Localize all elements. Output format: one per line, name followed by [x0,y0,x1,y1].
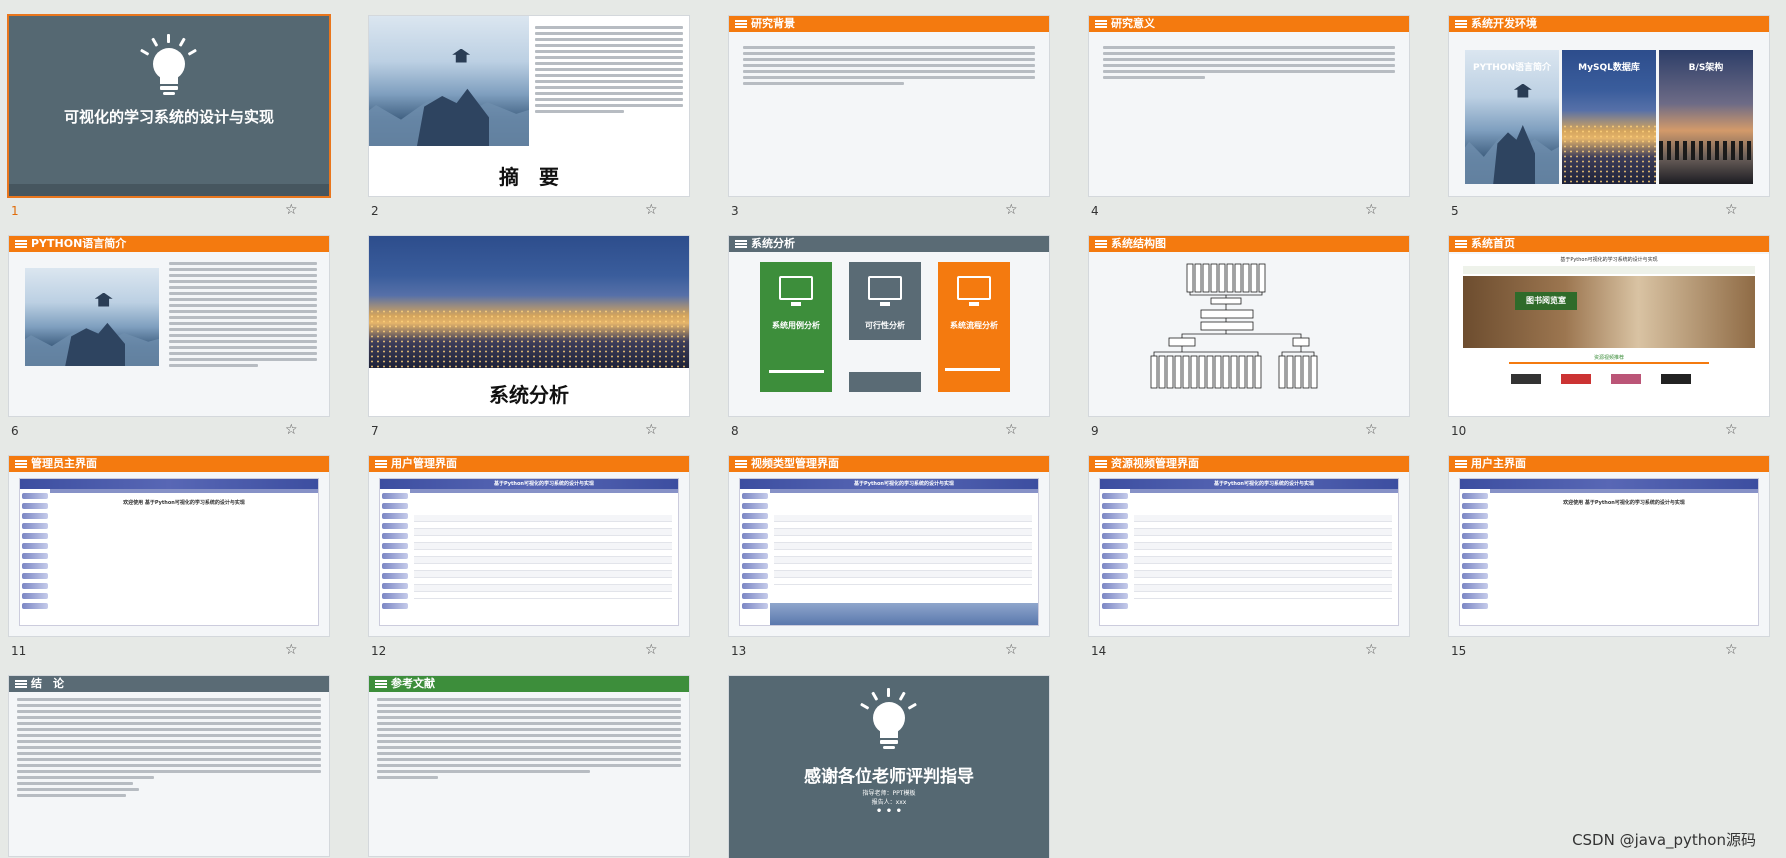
slide-thumbnail-14[interactable]: 资源视频管理界面 基于Python可视化的学习系统的设计与实现 14 ☆ [1089,456,1409,676]
advisor-text: 指导老师：PPT模板 [862,790,916,797]
star-icon[interactable]: ☆ [1725,422,1738,438]
slide-title: 资源视频管理界面 [1111,457,1199,470]
slide-thumbnail-11[interactable]: 管理员主界面 欢迎使用 基于Python可视化的学习系统的设计与实现 11 ☆ [9,456,329,676]
lightbulb-icon [857,688,921,758]
star-icon[interactable]: ☆ [1725,642,1738,658]
slide-number: 15 [1451,644,1467,658]
slide-thumbnail-4[interactable]: 研究意义 4 ☆ [1089,16,1409,236]
star-icon[interactable]: ☆ [645,422,658,438]
slide-number: 14 [1091,644,1107,658]
slide-thumbnail-1[interactable]: 可视化的学习系统的设计与实现 1 ☆ [9,16,329,236]
slide-title: 管理员主界面 [31,457,97,470]
slide-title: 用户主界面 [1471,457,1526,470]
monitor-icon [779,276,813,306]
star-icon[interactable]: ☆ [1365,202,1378,218]
ui-screenshot: 基于Python可视化的学习系统的设计与实现 [739,478,1039,626]
slide-title: 用户管理界面 [391,457,457,470]
star-icon[interactable]: ☆ [645,202,658,218]
slide-title: 系统分析 [751,237,795,250]
slide-title: 研究背景 [751,17,795,30]
star-icon[interactable]: ☆ [1365,422,1378,438]
library-banner-image: 图书阅览室 [1463,276,1755,348]
slide-number: 9 [1091,424,1099,438]
slide-thumbnail-8[interactable]: 系统分析 系统用例分析 可行性分析 系统流程分析 8 ☆ [729,236,1049,456]
ui-screenshot: 基于Python可视化的学习系统的设计与实现 [379,478,679,626]
label-python: PYTHON语言简介 [1473,63,1551,73]
landscape-image [25,268,159,366]
landscape-image [369,16,529,146]
slide-number: 6 [11,424,19,438]
label-mysql: MySQL数据库 [1578,63,1640,73]
slide-thumbnail-12[interactable]: 用户管理界面 基于Python可视化的学习系统的设计与实现 12 ☆ [369,456,689,676]
slide-thumbnail-7[interactable]: 系统分析 7 ☆ [369,236,689,456]
arrow-left-icon [769,370,824,373]
slide-number: 1 [11,204,19,218]
slide-thumbnail-17[interactable]: 参考文献 [369,676,689,858]
star-icon[interactable]: ☆ [1005,202,1018,218]
slide-thumbnail-18[interactable]: 感谢各位老师评判指导 指导老师：PPT模板 报告人：xxx • • • [729,676,1049,858]
slide-thumbnail-6[interactable]: PYTHON语言简介 6 ☆ [9,236,329,456]
bar-chart-icon [957,276,991,306]
slide-number: 13 [731,644,747,658]
slide-thumbnail-15[interactable]: 用户主界面 欢迎使用 基于Python可视化的学习系统的设计与实现 15 ☆ [1449,456,1769,676]
slide-title: PYTHON语言简介 [31,237,127,250]
slide-title: 系统首页 [1471,237,1515,250]
watermark: CSDN @java_python源码 [1572,831,1756,849]
chart-icon [868,276,902,306]
star-icon[interactable]: ☆ [285,202,298,218]
slide-number: 10 [1451,424,1467,438]
usecase-box: 系统用例分析 [760,262,832,360]
slide-thumbnail-3[interactable]: 研究背景 3 ☆ [729,16,1049,236]
flow-box: 系统流程分析 [938,262,1010,392]
slide-number: 5 [1451,204,1459,218]
city-night-image [369,236,689,368]
recommend-title: 资源视频推荐 [1593,355,1624,361]
slide-number: 2 [371,204,379,218]
ui-screenshot: 基于Python可视化的学习系统的设计与实现 [1099,478,1399,626]
slide-thumbnail-9[interactable]: 系统结构图 9 ☆ [1089,236,1409,456]
slide-title: 参考文献 [391,677,435,690]
slide-title: 摘 要 [499,165,559,189]
feasibility-box: 可行性分析 [849,262,921,340]
slide-number: 12 [371,644,387,658]
star-icon[interactable]: ☆ [1005,422,1018,438]
reporter-text: 报告人：xxx [871,799,907,806]
slide-thumbnail-2[interactable]: 摘 要 2 ☆ [369,16,689,236]
star-icon[interactable]: ☆ [1365,642,1378,658]
slide-number: 4 [1091,204,1099,218]
slide-title: 系统开发环境 [1471,17,1537,30]
slide-number: 3 [731,204,739,218]
slide-title: 视频类型管理界面 [751,457,839,470]
star-icon[interactable]: ☆ [645,642,658,658]
star-icon[interactable]: ☆ [285,642,298,658]
ui-screenshot: 欢迎使用 基于Python可视化的学习系统的设计与实现 [19,478,319,626]
star-icon[interactable]: ☆ [1725,202,1738,218]
slide-title: 感谢各位老师评判指导 [804,767,974,787]
slide-thumbnail-13[interactable]: 视频类型管理界面 基于Python可视化的学习系统的设计与实现 13 ☆ [729,456,1049,676]
arrow-right-icon [945,368,1000,371]
star-icon[interactable]: ☆ [285,422,298,438]
slide-title: 研究意义 [1111,17,1155,30]
slide-number: 7 [371,424,379,438]
slide-thumbnail-5[interactable]: 系统开发环境 PYTHON语言简介 MySQL数据库 B/S架构 5 ☆ [1449,16,1769,236]
slide-title: 可视化的学习系统的设计与实现 [63,108,274,126]
structure-diagram [1150,263,1318,389]
slide-thumbnail-10[interactable]: 系统首页 基于Python可视化的学习系统的设计与实现 图书阅览室 资源视频推荐… [1449,236,1769,456]
slide-title: 系统分析 [489,383,569,407]
site-title: 基于Python可视化的学习系统的设计与实现 [1560,257,1658,263]
ui-screenshot: 欢迎使用 基于Python可视化的学习系统的设计与实现 [1459,478,1759,626]
slide-title: 结 论 [31,677,64,690]
slide-number: 11 [11,644,27,658]
label-bs: B/S架构 [1688,63,1724,73]
slide-number: 8 [731,424,739,438]
lightbulb-icon [137,34,201,104]
slide-thumbnail-16[interactable]: 结 论 [9,676,329,858]
star-icon[interactable]: ☆ [1005,642,1018,658]
